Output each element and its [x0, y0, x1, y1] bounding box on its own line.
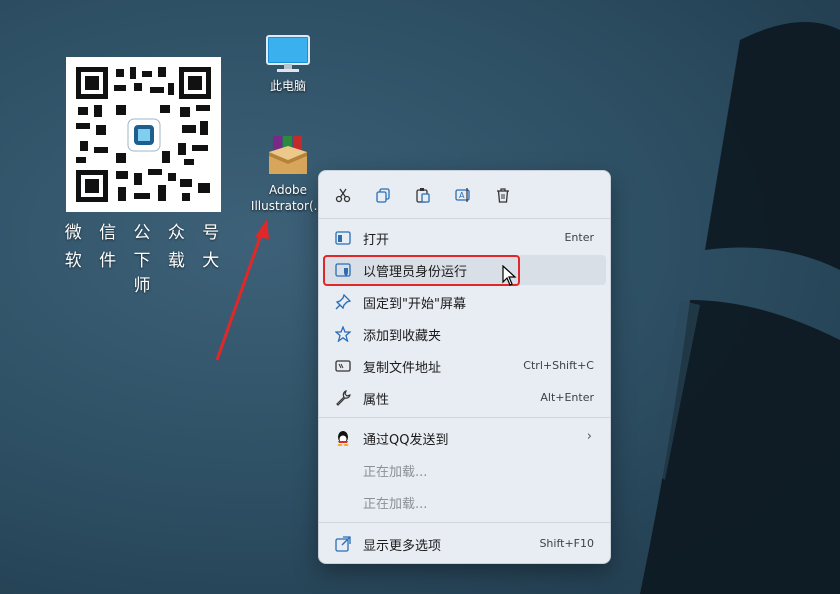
chevron-right-icon: › — [586, 429, 592, 444]
menu-item-label: 正在加载... — [363, 497, 428, 512]
menu-item-label: 复制文件地址 — [363, 361, 442, 376]
cut-icon — [335, 188, 351, 203]
qr-code-card — [66, 57, 221, 212]
menu-separator — [319, 417, 610, 418]
menu-item-label: 打开 — [363, 233, 390, 248]
mouse-cursor-icon — [502, 265, 517, 286]
menu-item-shortcut: Ctrl+Shift+C — [523, 359, 594, 372]
desktop-icon-label-line2: Illustrator(... — [250, 199, 326, 213]
monitor-icon — [266, 35, 310, 72]
copy-path-icon — [335, 360, 351, 372]
menu-item-shortcut: Alt+Enter — [540, 391, 594, 404]
menu-item-shortcut: Shift+F10 — [539, 537, 594, 550]
menu-item-label: 固定到"开始"屏幕 — [363, 297, 466, 312]
paste-button[interactable] — [410, 182, 436, 208]
menu-item-show-more-options[interactable]: 显示更多选项 Shift+F10 — [323, 529, 606, 559]
menu-item-pin-to-start[interactable]: 固定到"开始"屏幕 — [323, 287, 606, 317]
menu-item-copy-path[interactable]: 复制文件地址 Ctrl+Shift+C — [323, 351, 606, 381]
wrench-icon — [336, 390, 351, 406]
annotation-arrow — [215, 219, 269, 361]
star-icon — [335, 326, 351, 342]
menu-item-label: 显示更多选项 — [363, 539, 442, 554]
open-window-icon — [335, 231, 351, 245]
menu-item-properties[interactable]: 属性 Alt+Enter — [323, 383, 606, 413]
delete-button[interactable] — [490, 182, 516, 208]
rename-icon: A — [455, 188, 470, 202]
cut-button[interactable] — [330, 182, 356, 208]
rename-button[interactable]: A — [450, 182, 476, 208]
context-menu: A 打开 Enter 以管理员身份运行 固定到"开始"屏幕 添加到收藏夹 复制文… — [318, 170, 611, 564]
menu-item-shortcut: Enter — [564, 231, 594, 244]
menu-item-label: 正在加载... — [363, 465, 428, 480]
qr-code-image — [72, 63, 215, 206]
menu-item-loading-2: 正在加载... — [323, 487, 606, 517]
menu-separator — [319, 218, 610, 219]
svg-text:A: A — [459, 191, 465, 200]
context-menu-toolbar: A — [319, 171, 610, 217]
desktop-icon-adobe-illustrator[interactable]: Adobe Illustrator(... — [248, 134, 328, 214]
desktop-icon-this-pc[interactable]: 此电脑 — [248, 34, 328, 94]
winrar-archive-icon — [269, 136, 307, 174]
highlight-box — [323, 255, 520, 286]
paste-icon — [416, 188, 430, 203]
desktop-icon-label-line1: Adobe — [269, 183, 307, 197]
menu-item-open[interactable]: 打开 Enter — [323, 223, 606, 253]
pin-icon — [335, 294, 351, 310]
menu-item-label: 通过QQ发送到 — [363, 433, 449, 448]
expand-icon — [335, 536, 351, 552]
menu-item-loading-1: 正在加载... — [323, 455, 606, 485]
qq-penguin-icon — [337, 431, 349, 446]
menu-item-send-via-qq[interactable]: 通过QQ发送到 › — [323, 423, 606, 453]
desktop-icon-label: 此电脑 — [269, 79, 306, 93]
delete-icon — [497, 188, 509, 203]
menu-item-add-to-favorites[interactable]: 添加到收藏夹 — [323, 319, 606, 349]
menu-item-label: 属性 — [363, 393, 390, 408]
copy-button[interactable] — [370, 182, 396, 208]
menu-item-label: 添加到收藏夹 — [363, 329, 442, 344]
menu-separator — [319, 522, 610, 523]
copy-icon — [376, 188, 390, 203]
